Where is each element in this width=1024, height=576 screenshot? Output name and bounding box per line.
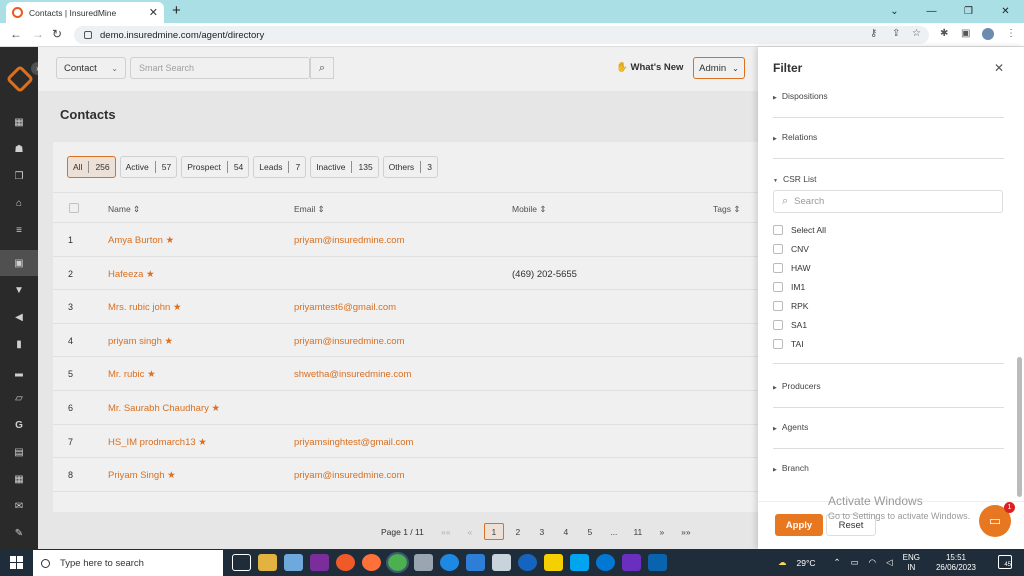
csr-option[interactable]: CNV [773, 244, 809, 254]
star-icon[interactable]: ☆ [912, 28, 921, 39]
section-relations[interactable]: ▶ Relations [773, 132, 1004, 159]
caret-right-icon: ▶ [773, 426, 777, 432]
lock-icon [84, 31, 92, 39]
taskbar-search-input[interactable]: Type here to search [33, 550, 223, 576]
checkbox [773, 301, 783, 311]
skype-icon[interactable] [570, 554, 589, 571]
tray-up-icon[interactable]: ⌃ [834, 557, 841, 568]
zoom-icon[interactable] [518, 554, 537, 571]
filter-panel: Filter ✕ ▶ Dispositions ▶ Relations ▼ CSR L… [758, 47, 1024, 549]
minimize-icon[interactable]: — [913, 0, 950, 23]
checkbox [773, 320, 783, 330]
taskbar-search-placeholder: Type here to search [60, 557, 144, 569]
section-dispositions[interactable]: ▶ Dispositions [773, 91, 1004, 118]
language-indicator[interactable]: ENG IN [903, 553, 920, 573]
chat-launcher-button[interactable]: ▭ 1 [979, 502, 1015, 537]
insuredmine-favicon-icon [12, 7, 23, 18]
new-tab-icon[interactable]: + [172, 2, 181, 19]
browser-tab-bar: Contacts | InsuredMine ✕ + ⌄ — ❐ ✕ [0, 0, 1024, 23]
reload-icon[interactable]: ↻ [52, 27, 62, 41]
caret-right-icon: ▶ [773, 136, 777, 142]
address-bar-row: ← → ↻ demo.insuredmine.com/agent/directo… [0, 23, 1024, 47]
extensions-icon[interactable]: ✱ [940, 28, 948, 39]
apply-button[interactable]: Apply [775, 514, 823, 536]
csr-option[interactable]: TAI [773, 339, 804, 349]
url-field[interactable]: demo.insuredmine.com/agent/directory [74, 26, 929, 44]
csr-option[interactable]: SA1 [773, 320, 807, 330]
csr-option-select-all[interactable]: Select All [773, 225, 826, 235]
profile-avatar[interactable] [982, 28, 994, 40]
wifi-icon[interactable]: ◠ [869, 557, 876, 568]
key-icon[interactable]: ⚷ [870, 28, 877, 39]
chat-icon: ▭ [988, 513, 1002, 528]
sync-icon[interactable] [466, 554, 485, 571]
back-icon[interactable]: ← [10, 27, 22, 41]
share-icon[interactable]: ⇪ [892, 28, 900, 39]
csr-option[interactable]: IM1 [773, 282, 805, 292]
chrome-icon[interactable] [386, 552, 409, 573]
notepad-icon[interactable] [284, 554, 303, 571]
menu-icon[interactable]: ⋮ [1006, 28, 1016, 39]
volume-icon[interactable]: ◁ [886, 557, 893, 568]
search-icon: ⌕ [782, 195, 789, 207]
section-producers[interactable]: ▶ Producers [773, 381, 1004, 408]
window-controls: ⌄ — ❐ ✕ [876, 0, 1024, 23]
onenote-icon[interactable] [310, 554, 329, 571]
system-tray: ☁ 29°C ⌃ ▭ ◠ ◁ ENG IN 15:51 26/06/2023 [778, 549, 976, 576]
csr-option[interactable]: HAW [773, 263, 811, 273]
watermark-title: Activate Windows [828, 494, 923, 508]
network-icon[interactable]: ▭ [851, 557, 859, 568]
snipping-icon[interactable] [492, 554, 511, 571]
section-branch[interactable]: ▶ Branch [773, 463, 1004, 489]
watermark-subtitle: Go to Settings to activate Windows. [828, 511, 971, 521]
forward-icon[interactable]: → [32, 27, 44, 41]
checkbox [773, 225, 783, 235]
close-tab-icon[interactable]: ✕ [149, 6, 158, 19]
app-icon[interactable] [622, 554, 641, 571]
browser-tab[interactable]: Contacts | InsuredMine ✕ [6, 2, 164, 23]
tab-title: Contacts | InsuredMine [29, 7, 117, 18]
windows-start-icon[interactable] [10, 556, 23, 569]
checkbox [773, 339, 783, 349]
caret-right-icon: ▶ [773, 467, 777, 473]
scrollbar[interactable] [1017, 357, 1022, 497]
mail-icon[interactable] [648, 554, 667, 571]
notification-center-icon[interactable]: 45 [998, 555, 1012, 569]
section-agents[interactable]: ▶ Agents [773, 422, 1004, 449]
postman-icon[interactable] [336, 554, 355, 571]
filter-panel-title: Filter [773, 61, 803, 75]
clock[interactable]: 15:51 26/06/2023 [936, 553, 976, 573]
file-explorer-icon[interactable] [258, 554, 277, 571]
caret-right-icon: ▶ [773, 95, 777, 101]
url-text: demo.insuredmine.com/agent/directory [100, 29, 265, 41]
checkbox [773, 244, 783, 254]
close-window-icon[interactable]: ✕ [987, 0, 1024, 23]
chat-badge: 1 [1004, 502, 1015, 513]
search-icon [41, 558, 50, 568]
skype-business-icon[interactable] [596, 554, 615, 571]
weather-temp[interactable]: 29°C [797, 558, 816, 568]
activate-windows-watermark: Activate Windows Go to Settings to activ… [828, 494, 970, 521]
close-icon[interactable]: ✕ [994, 61, 1004, 75]
csr-search-placeholder: Search [794, 196, 825, 207]
divider [773, 363, 1004, 364]
modal-backdrop[interactable] [0, 47, 758, 549]
sidepanel-icon[interactable]: ▣ [961, 28, 970, 39]
chevron-down-icon[interactable]: ⌄ [876, 0, 913, 23]
maximize-icon[interactable]: ❐ [950, 0, 987, 23]
firefox-icon[interactable] [362, 554, 381, 571]
csr-search-input[interactable]: ⌕ Search [773, 190, 1003, 213]
sticky-notes-icon[interactable] [544, 554, 563, 571]
tool-icon[interactable] [414, 554, 433, 571]
checkbox [773, 282, 783, 292]
weather-icon[interactable]: ☁ [778, 557, 787, 568]
caret-right-icon: ▶ [773, 385, 777, 391]
taskbar-apps [232, 552, 667, 573]
task-view-icon[interactable] [232, 554, 251, 571]
csr-option[interactable]: RPK [773, 301, 808, 311]
checkbox [773, 263, 783, 273]
caret-down-icon: ▼ [773, 178, 778, 184]
windows-taskbar: Type here to search ☁ 29°C ⌃ ▭ ◠ ◁ ENG IN… [0, 549, 1024, 576]
edge-icon[interactable] [440, 554, 459, 571]
